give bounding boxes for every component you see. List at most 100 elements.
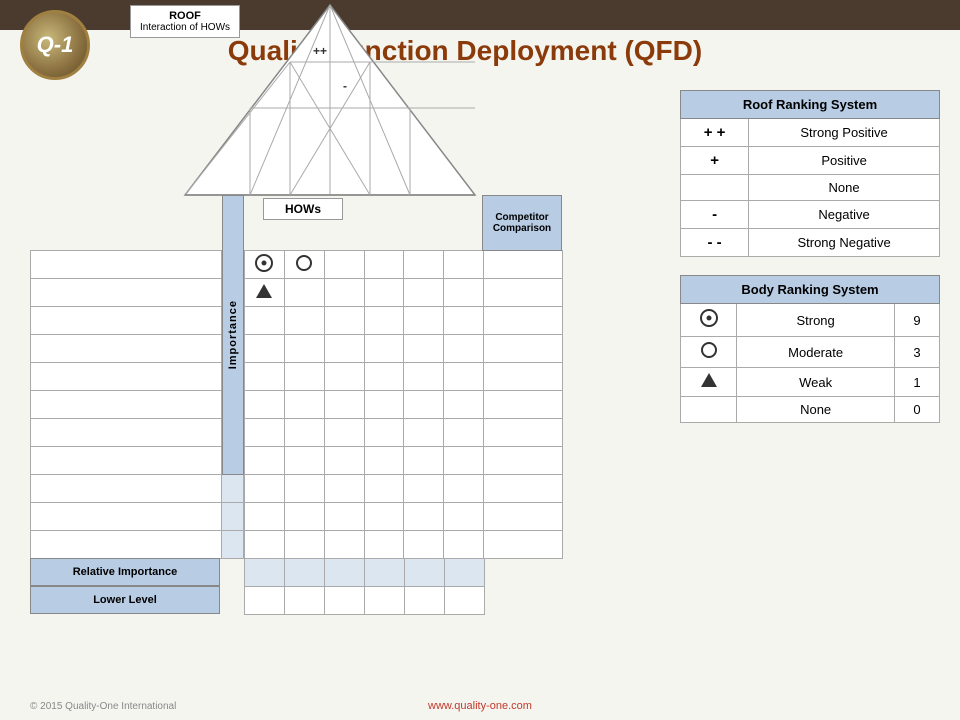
importance-cell [221,475,243,503]
relative-importance-cells [244,558,485,587]
grid-cell[interactable] [284,279,324,307]
grid-cell[interactable] [404,307,444,335]
grid-cell[interactable] [245,307,285,335]
cc-cell[interactable] [483,447,563,475]
grid-cell[interactable] [444,363,484,391]
grid-cell[interactable] [284,251,324,279]
ll-cell[interactable] [365,587,405,615]
cc-cell[interactable] [483,503,563,531]
grid-cell[interactable] [404,447,444,475]
grid-cell[interactable] [284,447,324,475]
grid-cell[interactable] [364,279,404,307]
grid-cell[interactable] [444,531,484,559]
grid-cell[interactable] [444,251,484,279]
ll-cell[interactable] [285,587,325,615]
grid-cell[interactable] [245,503,285,531]
grid-cell[interactable] [284,531,324,559]
table-row [245,363,484,391]
cc-cell[interactable] [483,475,563,503]
table-row [483,307,563,335]
ll-cell[interactable] [325,587,365,615]
grid-cell[interactable] [404,251,444,279]
grid-cell[interactable] [404,419,444,447]
grid-cell[interactable] [404,531,444,559]
grid-cell[interactable] [324,279,364,307]
table-row [483,251,563,279]
cc-cell[interactable] [483,251,563,279]
grid-cell[interactable] [284,475,324,503]
ri-cell[interactable] [285,559,325,587]
grid-cell[interactable] [245,531,285,559]
grid-cell[interactable] [364,307,404,335]
relative-importance-label: Relative Importance [30,558,220,586]
cc-cell[interactable] [483,363,563,391]
cc-cell[interactable] [483,335,563,363]
ri-cell[interactable] [405,559,445,587]
grid-cell[interactable] [324,251,364,279]
table-row [245,419,484,447]
grid-cell[interactable] [444,307,484,335]
grid-cell[interactable] [444,475,484,503]
ri-cell[interactable] [325,559,365,587]
grid-cell[interactable] [245,251,285,279]
grid-cell[interactable] [364,419,404,447]
grid-cell[interactable] [404,363,444,391]
grid-cell[interactable] [444,447,484,475]
cc-cell[interactable] [483,419,563,447]
grid-cell[interactable] [324,447,364,475]
grid-cell[interactable] [364,391,404,419]
whats-cell [31,391,222,419]
grid-cell[interactable] [284,363,324,391]
grid-cell[interactable] [245,279,285,307]
grid-cell[interactable] [404,475,444,503]
cc-cell[interactable] [483,531,563,559]
grid-cell[interactable] [444,335,484,363]
grid-cell[interactable] [324,531,364,559]
grid-cell[interactable] [245,363,285,391]
ll-cell[interactable] [405,587,445,615]
grid-cell[interactable] [324,335,364,363]
cc-table [482,250,563,559]
grid-cell[interactable] [324,503,364,531]
ll-cell[interactable] [445,587,485,615]
grid-cell[interactable] [364,251,404,279]
grid-cell[interactable] [364,447,404,475]
ri-table [244,558,485,587]
grid-cell[interactable] [324,419,364,447]
grid-cell[interactable] [444,391,484,419]
grid-cell[interactable] [284,307,324,335]
cc-cell[interactable] [483,391,563,419]
grid-cell[interactable] [444,279,484,307]
grid-cell[interactable] [324,307,364,335]
grid-cell[interactable] [245,419,285,447]
grid-cell[interactable] [245,335,285,363]
grid-cell[interactable] [404,335,444,363]
grid-cell[interactable] [324,391,364,419]
grid-cell[interactable] [364,335,404,363]
ri-cell[interactable] [365,559,405,587]
grid-cell[interactable] [404,391,444,419]
grid-cell[interactable] [364,475,404,503]
grid-cell[interactable] [284,419,324,447]
grid-cell[interactable] [324,475,364,503]
grid-cell[interactable] [444,503,484,531]
grid-cell[interactable] [245,447,285,475]
grid-cell[interactable] [245,391,285,419]
grid-cell[interactable] [284,335,324,363]
cc-cell[interactable] [483,279,563,307]
grid-cell[interactable] [444,419,484,447]
grid-cell[interactable] [364,363,404,391]
ri-cell[interactable] [245,559,285,587]
ri-cell[interactable] [445,559,485,587]
grid-cell[interactable] [364,503,404,531]
table-row [483,531,563,559]
grid-cell[interactable] [284,503,324,531]
grid-cell[interactable] [324,363,364,391]
grid-cell[interactable] [245,475,285,503]
grid-cell[interactable] [404,279,444,307]
cc-cell[interactable] [483,307,563,335]
grid-cell[interactable] [284,391,324,419]
grid-cell[interactable] [404,503,444,531]
grid-cell[interactable] [364,531,404,559]
ll-cell[interactable] [245,587,285,615]
